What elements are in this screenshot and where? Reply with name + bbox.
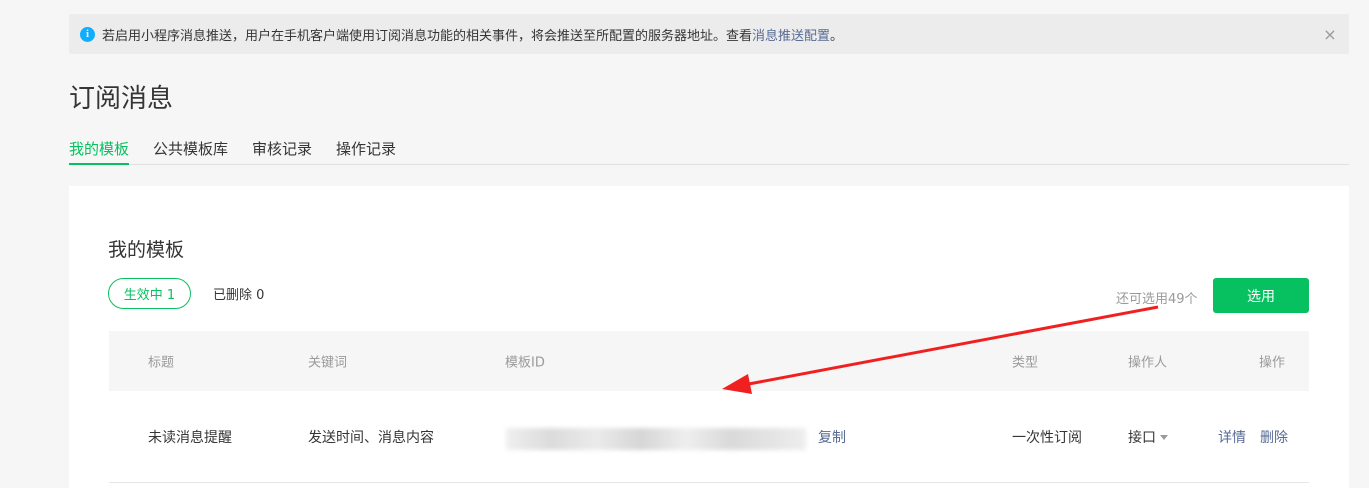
notice-text: 若启用小程序消息推送，用户在手机客户端使用订阅消息功能的相关事件，将会推送至所配… bbox=[102, 28, 753, 44]
tab-my-templates[interactable]: 我的模板 bbox=[69, 131, 130, 165]
notice-suffix: 。 bbox=[830, 28, 844, 44]
tab-bar: 我的模板 公共模板库 审核记录 操作记录 bbox=[69, 131, 1349, 165]
tab-operation-records[interactable]: 操作记录 bbox=[336, 131, 396, 165]
close-icon[interactable]: × bbox=[1321, 25, 1339, 44]
header-type: 类型 bbox=[1012, 355, 1039, 371]
table-row: 未读消息提醒 发送时间、消息内容 复制 一次性订阅 接口 详情 删除 bbox=[109, 391, 1309, 483]
copy-link[interactable]: 复制 bbox=[818, 427, 846, 447]
card-title: 我的模板 bbox=[108, 239, 185, 261]
table-header: 标题 关键词 模板ID 类型 操作人 操作 bbox=[109, 331, 1309, 391]
row-operator[interactable]: 接口 bbox=[1128, 427, 1168, 447]
header-operator: 操作人 bbox=[1128, 355, 1168, 371]
filter-deleted-button[interactable]: 已删除 0 bbox=[213, 278, 264, 309]
chevron-down-icon bbox=[1160, 435, 1168, 440]
filter-active-button[interactable]: 生效中 1 bbox=[108, 278, 191, 309]
message-push-config-link[interactable]: 消息推送配置 bbox=[752, 25, 830, 44]
tab-public-library[interactable]: 公共模板库 bbox=[153, 131, 228, 165]
header-actions: 操作 bbox=[1259, 355, 1286, 371]
page-title: 订阅消息 bbox=[69, 84, 174, 114]
my-templates-card: 我的模板 生效中 1 已删除 0 还可选用49个 选用 标题 关键词 模板ID … bbox=[69, 186, 1349, 488]
row-keywords: 发送时间、消息内容 bbox=[308, 429, 434, 446]
tab-review-records[interactable]: 审核记录 bbox=[252, 131, 312, 165]
delete-link[interactable]: 删除 bbox=[1260, 427, 1288, 447]
notice-bar: i 若启用小程序消息推送，用户在手机客户端使用订阅消息功能的相关事件，将会推送至… bbox=[69, 14, 1349, 54]
row-type: 一次性订阅 bbox=[1012, 429, 1082, 446]
header-title: 标题 bbox=[148, 355, 175, 371]
row-template-id-redacted bbox=[506, 428, 806, 450]
operator-label: 接口 bbox=[1128, 429, 1156, 446]
header-keywords: 关键词 bbox=[308, 355, 348, 371]
info-icon: i bbox=[80, 26, 95, 42]
detail-link[interactable]: 详情 bbox=[1218, 427, 1246, 447]
remaining-count: 还可选用49个 bbox=[1116, 292, 1198, 307]
row-title: 未读消息提醒 bbox=[148, 429, 232, 446]
select-template-button[interactable]: 选用 bbox=[1213, 278, 1309, 313]
header-template-id: 模板ID bbox=[505, 355, 545, 371]
